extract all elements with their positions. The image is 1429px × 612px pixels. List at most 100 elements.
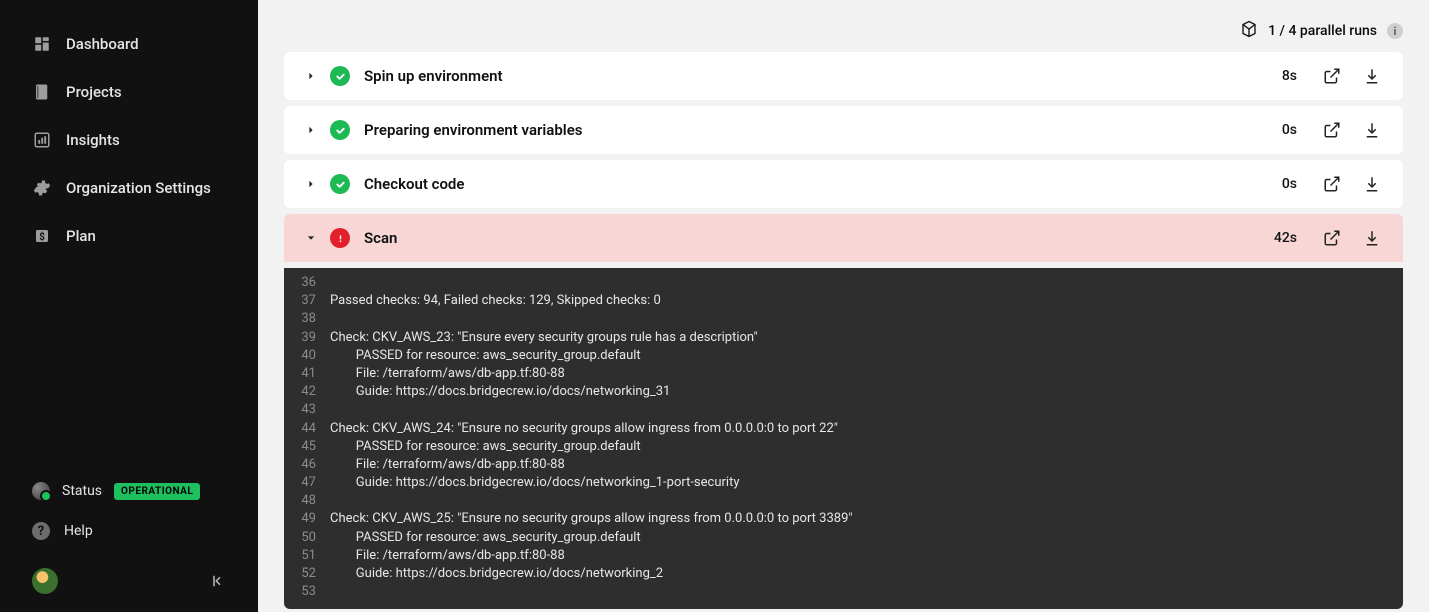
line-text: File: /terraform/aws/db-app.tf:80-88 xyxy=(330,547,1403,565)
help-row[interactable]: ? Help xyxy=(0,510,258,552)
chart-icon xyxy=(32,130,52,150)
step-row[interactable]: Checkout code 0s xyxy=(284,160,1403,208)
line-number: 45 xyxy=(284,438,330,456)
help-icon: ? xyxy=(32,522,50,540)
chevron-down-icon[interactable] xyxy=(306,234,316,242)
step-row[interactable]: Scan 42s xyxy=(284,214,1403,262)
line-number: 36 xyxy=(284,274,330,292)
download-button[interactable] xyxy=(1363,175,1381,193)
help-label: Help xyxy=(64,523,93,539)
console-line: 44Check: CKV_AWS_24: "Ensure no security… xyxy=(284,420,1403,438)
line-text: Guide: https://docs.bridgecrew.io/docs/n… xyxy=(330,474,1403,492)
step-title: Spin up environment xyxy=(364,67,1268,85)
topbar: 1 / 4 parallel runs i xyxy=(284,20,1403,42)
sidebar-item-org-settings[interactable]: Organization Settings xyxy=(0,164,258,212)
sidebar: Dashboard Projects Insights Organization… xyxy=(0,0,258,612)
console-output: 3637Passed checks: 94, Failed checks: 12… xyxy=(284,268,1403,609)
line-text: Passed checks: 94, Failed checks: 129, S… xyxy=(330,292,1403,310)
console-line: 45 PASSED for resource: aws_security_gro… xyxy=(284,438,1403,456)
line-number: 46 xyxy=(284,456,330,474)
line-text: PASSED for resource: aws_security_group.… xyxy=(330,529,1403,547)
open-external-button[interactable] xyxy=(1323,175,1341,193)
success-icon xyxy=(330,120,350,140)
line-number: 50 xyxy=(284,529,330,547)
download-button[interactable] xyxy=(1363,229,1381,247)
open-external-button[interactable] xyxy=(1323,67,1341,85)
sidebar-bottom: Status OPERATIONAL ? Help xyxy=(0,462,258,612)
main-pane: 1 / 4 parallel runs i Spin up environmen… xyxy=(258,0,1429,612)
sidebar-item-label: Organization Settings xyxy=(66,179,211,197)
console-line: 43 xyxy=(284,401,1403,419)
console-line: 50 PASSED for resource: aws_security_gro… xyxy=(284,529,1403,547)
status-row[interactable]: Status OPERATIONAL xyxy=(0,472,258,510)
step-title: Scan xyxy=(364,229,1260,247)
line-text xyxy=(330,274,1403,292)
line-number: 48 xyxy=(284,492,330,510)
line-text xyxy=(330,310,1403,328)
sidebar-item-dashboard[interactable]: Dashboard xyxy=(0,20,258,68)
sidebar-nav: Dashboard Projects Insights Organization… xyxy=(0,0,258,462)
cube-icon xyxy=(1240,20,1258,42)
step-row[interactable]: Preparing environment variables0s xyxy=(284,106,1403,154)
line-text: File: /terraform/aws/db-app.tf:80-88 xyxy=(330,456,1403,474)
sidebar-item-label: Projects xyxy=(66,83,122,101)
console-line: 40 PASSED for resource: aws_security_gro… xyxy=(284,347,1403,365)
line-text: Guide: https://docs.bridgecrew.io/docs/n… xyxy=(330,565,1403,583)
sidebar-item-label: Dashboard xyxy=(66,35,139,53)
status-indicator-icon xyxy=(32,482,50,500)
sidebar-item-plan[interactable]: $ Plan xyxy=(0,212,258,260)
line-text: Check: CKV_AWS_24: "Ensure no security g… xyxy=(330,420,1403,438)
success-icon xyxy=(330,66,350,86)
gear-icon xyxy=(32,178,52,198)
info-icon[interactable]: i xyxy=(1387,23,1403,39)
console-line: 41 File: /terraform/aws/db-app.tf:80-88 xyxy=(284,365,1403,383)
console-line: 51 File: /terraform/aws/db-app.tf:80-88 xyxy=(284,547,1403,565)
line-text: Guide: https://docs.bridgecrew.io/docs/n… xyxy=(330,383,1403,401)
book-icon xyxy=(32,82,52,102)
console-line: 42 Guide: https://docs.bridgecrew.io/doc… xyxy=(284,383,1403,401)
line-text xyxy=(330,492,1403,510)
dollar-icon: $ xyxy=(32,226,52,246)
sidebar-item-label: Plan xyxy=(66,227,96,245)
success-icon xyxy=(330,174,350,194)
step-row[interactable]: Spin up environment 8s xyxy=(284,52,1403,100)
console-line: 37Passed checks: 94, Failed checks: 129,… xyxy=(284,292,1403,310)
chevron-right-icon[interactable] xyxy=(306,72,316,80)
chevron-right-icon[interactable] xyxy=(306,126,316,134)
line-text: PASSED for resource: aws_security_group.… xyxy=(330,438,1403,456)
open-external-button[interactable] xyxy=(1323,121,1341,139)
line-text: Check: CKV_AWS_23: "Ensure every securit… xyxy=(330,329,1403,347)
console-line: 52 Guide: https://docs.bridgecrew.io/doc… xyxy=(284,565,1403,583)
console-line: 48 xyxy=(284,492,1403,510)
line-number: 42 xyxy=(284,383,330,401)
step-duration: 0s xyxy=(1282,122,1297,138)
line-text: Check: CKV_AWS_25: "Ensure no security g… xyxy=(330,510,1403,528)
chevron-right-icon[interactable] xyxy=(306,180,316,188)
sidebar-item-insights[interactable]: Insights xyxy=(0,116,258,164)
download-button[interactable] xyxy=(1363,67,1381,85)
steps-list: Spin up environment 8s Preparing environme… xyxy=(284,52,1403,609)
open-external-button[interactable] xyxy=(1323,229,1341,247)
svg-text:$: $ xyxy=(39,232,45,243)
line-number: 44 xyxy=(284,420,330,438)
console-line: 47 Guide: https://docs.bridgecrew.io/doc… xyxy=(284,474,1403,492)
line-text: File: /terraform/aws/db-app.tf:80-88 xyxy=(330,365,1403,383)
console-line: 49Check: CKV_AWS_25: "Ensure no security… xyxy=(284,510,1403,528)
line-number: 39 xyxy=(284,329,330,347)
download-button[interactable] xyxy=(1363,121,1381,139)
line-number: 51 xyxy=(284,547,330,565)
step-duration: 0s xyxy=(1282,176,1297,192)
sidebar-item-projects[interactable]: Projects xyxy=(0,68,258,116)
line-number: 43 xyxy=(284,401,330,419)
step-duration: 42s xyxy=(1274,230,1297,246)
step-duration: 8s xyxy=(1282,68,1297,84)
line-text: PASSED for resource: aws_security_group.… xyxy=(330,347,1403,365)
dashboard-icon xyxy=(32,34,52,54)
console-line: 46 File: /terraform/aws/db-app.tf:80-88 xyxy=(284,456,1403,474)
console-line: 53 xyxy=(284,583,1403,601)
parallel-runs-text: 1 / 4 parallel runs xyxy=(1268,23,1377,39)
avatar[interactable] xyxy=(32,568,58,594)
sidebar-collapse-button[interactable] xyxy=(208,572,226,590)
status-badge: OPERATIONAL xyxy=(114,483,200,500)
step-title: Checkout code xyxy=(364,175,1268,193)
